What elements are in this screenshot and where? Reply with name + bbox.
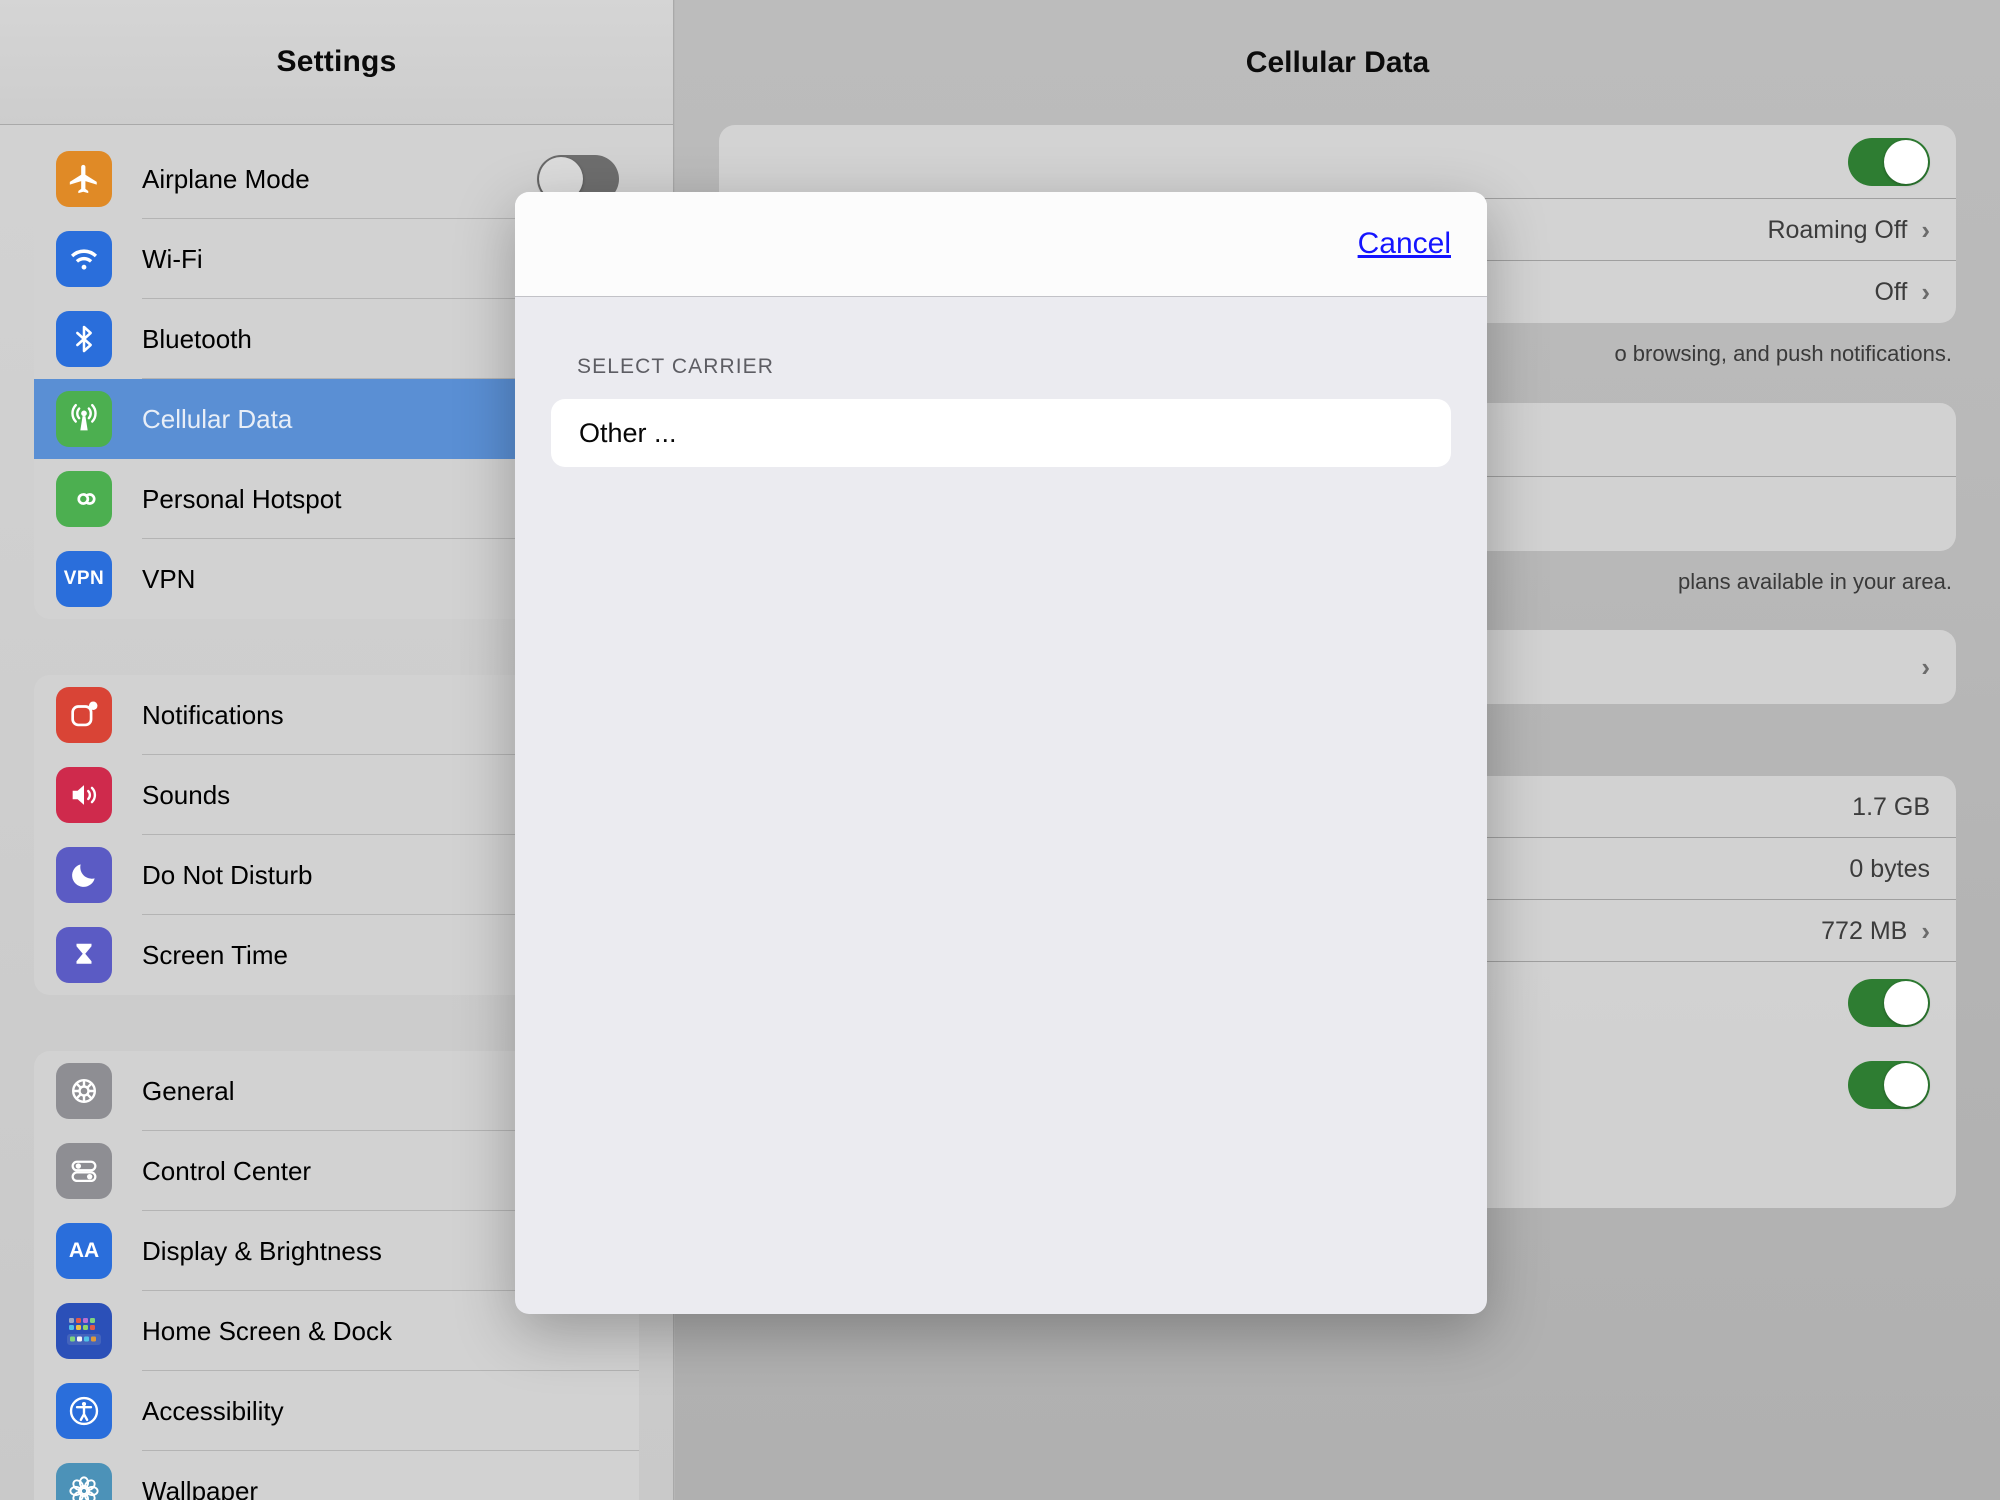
sliders-icon [56, 1143, 112, 1199]
safari-toggle-wrap [1848, 979, 1930, 1027]
wallpaper-icon [56, 1463, 112, 1500]
detail-header: Cellular Data [675, 0, 2000, 125]
chevron-right-icon: › [1921, 215, 1930, 246]
current-period-value-wrap: 1.7 GB [1852, 793, 1930, 822]
modal-toolbar: Cancel [515, 192, 1487, 297]
gear-icon [56, 1063, 112, 1119]
sidebar-item-label: General [142, 1076, 235, 1107]
system-services-value: 772 MB [1821, 917, 1907, 946]
sidebar-item-label: Control Center [142, 1156, 311, 1187]
sidebar-item-label: Wi-Fi [142, 244, 203, 275]
vpn-icon: VPN [56, 551, 112, 607]
screen-root: Cellular Data Roaming Off › Off [0, 0, 2000, 1500]
system-services-value-wrap: 772 MB › [1821, 916, 1930, 947]
modal-body: SELECT CARRIER Other ... [515, 297, 1487, 467]
add-plan-chevron-wrap: › [1921, 652, 1930, 683]
toggle-knob [1884, 981, 1928, 1025]
roaming-value-wrap: Roaming Off › [1767, 215, 1930, 246]
sidebar-item-label: Notifications [142, 700, 284, 731]
cellular-data-toggle[interactable] [1848, 138, 1930, 186]
sidebar-item-wallpaper[interactable]: Wallpaper [34, 1451, 639, 1500]
sidebar-item-label: Do Not Disturb [142, 860, 313, 891]
current-period-value: 1.7 GB [1852, 793, 1930, 822]
hotspot-value-wrap: Off › [1874, 277, 1930, 308]
sidebar-item-label: VPN [142, 564, 195, 595]
toggle-knob [1884, 140, 1928, 184]
sidebar-title: Settings [277, 45, 397, 79]
sidebar-item-label: Accessibility [142, 1396, 284, 1427]
cellular-data-toggle-row[interactable] [719, 125, 1956, 199]
sidebar-item-label: Display & Brightness [142, 1236, 382, 1267]
sounds-icon [56, 767, 112, 823]
airplane-icon [56, 151, 112, 207]
text-size-icon: AA [56, 1223, 112, 1279]
hotspot-icon [56, 471, 112, 527]
home-screen-icon [56, 1303, 112, 1359]
select-carrier-section-header: SELECT CARRIER [551, 355, 1451, 379]
roaming-value: Roaming Off [1767, 216, 1907, 245]
text-size-icon-label: AA [69, 1239, 99, 1263]
roaming-period-value: 0 bytes [1849, 855, 1930, 884]
sidebar-item-label: Airplane Mode [142, 164, 310, 195]
moon-icon [56, 847, 112, 903]
sidebar-item-label: Screen Time [142, 940, 288, 971]
page-title: Cellular Data [1246, 46, 1429, 80]
sidebar-item-label: Sounds [142, 780, 230, 811]
cellular-data-toggle-wrap [1848, 138, 1930, 186]
sidebar-item-label: Wallpaper [142, 1476, 258, 1500]
bluetooth-icon [56, 311, 112, 367]
chevron-right-icon: › [1921, 277, 1930, 308]
sidebar-item-label: Bluetooth [142, 324, 252, 355]
safari-cellular-toggle[interactable] [1848, 979, 1930, 1027]
sidebar-item-label: Cellular Data [142, 404, 292, 435]
chevron-right-icon: › [1921, 652, 1930, 683]
carrier-option-other[interactable]: Other ... [551, 399, 1451, 467]
notifications-icon [56, 687, 112, 743]
carrier-list: Other ... [551, 399, 1451, 467]
hotspot-value: Off [1874, 278, 1907, 307]
sidebar-item-label: Home Screen & Dock [142, 1316, 392, 1347]
sidebar-header: Settings [0, 0, 673, 125]
sidebar-item-label: Personal Hotspot [142, 484, 341, 515]
prime-video-toggle-wrap [1848, 1061, 1930, 1109]
hourglass-icon [56, 927, 112, 983]
accessibility-icon [56, 1383, 112, 1439]
select-carrier-modal: Cancel SELECT CARRIER Other ... [515, 192, 1487, 1314]
chevron-right-icon: › [1921, 916, 1930, 947]
cellular-icon [56, 391, 112, 447]
toggle-knob [1884, 1063, 1928, 1107]
cancel-button[interactable]: Cancel [1358, 227, 1451, 261]
wifi-icon [56, 231, 112, 287]
prime-video-cellular-toggle[interactable] [1848, 1061, 1930, 1109]
sidebar-item-accessibility[interactable]: Accessibility [34, 1371, 639, 1451]
roaming-period-value-wrap: 0 bytes [1849, 855, 1930, 884]
